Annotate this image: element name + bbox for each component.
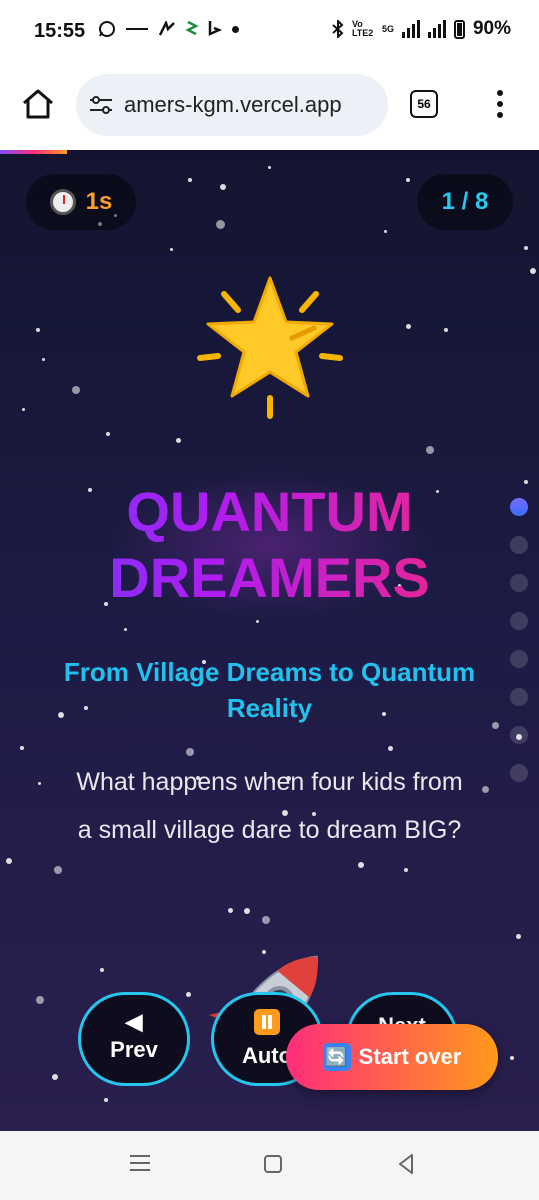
prev-button[interactable]: ◀ Prev [78, 992, 190, 1086]
star-dot [72, 386, 80, 394]
start-over-button[interactable]: 🔄 Start over [286, 1024, 498, 1090]
star-dot [186, 992, 191, 997]
address-bar[interactable]: amers-kgm.vercel.app [76, 74, 388, 136]
site-settings-icon[interactable] [88, 94, 114, 116]
slide-title-line2: DREAMERS [0, 546, 539, 610]
star-dot [262, 916, 270, 924]
slide-dot[interactable] [510, 764, 528, 782]
star-dot [406, 324, 411, 329]
slide-dot[interactable] [510, 650, 528, 668]
url-text: amers-kgm.vercel.app [124, 92, 342, 117]
battery-percent: 90% [472, 18, 511, 39]
star-dot [216, 220, 225, 229]
bluetooth-icon [332, 20, 344, 38]
signal-5g-label: 5G [381, 24, 394, 34]
prev-label: Prev [110, 1037, 158, 1062]
star-dot [54, 866, 62, 874]
star-dot [170, 248, 173, 251]
star-dot [388, 746, 393, 751]
star-dot [404, 868, 408, 872]
star-dot [358, 862, 364, 868]
app-notification-icon [126, 28, 148, 30]
timer-text: 1s [85, 188, 113, 215]
slide-description: What happens when four kids from a small… [76, 768, 463, 844]
back-icon[interactable] [396, 1153, 416, 1175]
star-dot [244, 908, 250, 914]
star-dot [106, 432, 110, 436]
star-dot [100, 968, 104, 972]
browser-toolbar: amers-kgm.vercel.app 56 [0, 62, 539, 150]
app-notification-icon [186, 20, 198, 36]
star-dot [42, 358, 45, 361]
star-dot [124, 628, 127, 631]
status-time: 15:55 [34, 20, 86, 42]
star-dot [36, 328, 40, 332]
bing-icon [208, 21, 222, 36]
star-dot [220, 184, 226, 190]
prev-arrow-icon: ◀ [125, 1009, 143, 1034]
star-dot [444, 328, 448, 332]
more-notifications-dot [232, 25, 239, 33]
slide-dot[interactable] [510, 688, 528, 706]
star-dot [188, 178, 192, 182]
star-dot [530, 268, 536, 274]
star-dot [36, 996, 44, 1004]
glowing-star-icon [197, 276, 343, 419]
star-dot [52, 1074, 58, 1080]
progress-bar [0, 150, 68, 154]
star-dot [228, 908, 233, 913]
star-dot [516, 934, 521, 939]
slide-dot[interactable] [510, 574, 528, 592]
battery-icon [453, 19, 465, 39]
star-dot [482, 786, 489, 793]
star-dot [492, 722, 499, 729]
star-dot [20, 746, 24, 750]
slide-counter: 1 / 8 [417, 174, 513, 230]
slide-dot[interactable] [510, 726, 528, 744]
star-dot [384, 230, 387, 233]
star-dot [406, 178, 410, 182]
pause-icon [254, 1009, 280, 1035]
presentation-slide: 1s 1 / 8 QUANTUM DREAMERS From Village D… [0, 150, 539, 1131]
stopwatch-icon [49, 189, 76, 215]
star-dot [6, 858, 12, 864]
signal-icon [401, 20, 420, 38]
star-dot [426, 446, 434, 454]
star-dot [22, 408, 25, 411]
start-over-label: Start over [358, 1044, 462, 1069]
recent-apps-icon[interactable] [130, 1155, 150, 1173]
home-nav-icon[interactable] [264, 1155, 282, 1173]
home-icon[interactable] [20, 86, 56, 122]
star-dot [524, 246, 528, 250]
slide-dot[interactable] [510, 612, 528, 630]
slide-dot[interactable] [510, 498, 528, 516]
notification-icons [98, 20, 239, 38]
volte-label: Vo LTE2 [351, 19, 374, 38]
system-nav-bar [0, 1131, 539, 1200]
slide-dot[interactable] [510, 536, 528, 554]
star-dot [38, 782, 41, 785]
system-status: Vo LTE2 5G 90% [332, 18, 511, 40]
status-bar: 15:55 Vo LTE2 5G 90% [0, 0, 539, 62]
slide-dots [510, 498, 528, 802]
app-notification-icon [158, 21, 175, 36]
star-dot [510, 1056, 514, 1060]
star-dot [268, 166, 271, 169]
star-dot [104, 1098, 108, 1102]
signal-icon [427, 20, 446, 38]
timer-badge: 1s [26, 174, 136, 230]
slide-title-line1: QUANTUM [0, 480, 539, 544]
whatsapp-icon [99, 21, 115, 37]
star-dot [176, 438, 181, 443]
star-dot [256, 620, 259, 623]
more-vert-icon[interactable] [496, 90, 504, 120]
restart-icon: 🔄 [322, 1043, 351, 1071]
star-dot [186, 748, 194, 756]
tab-switcher-button[interactable]: 56 [410, 90, 438, 118]
slide-subtitle: From Village Dreams to Quantum Reality [63, 657, 476, 723]
